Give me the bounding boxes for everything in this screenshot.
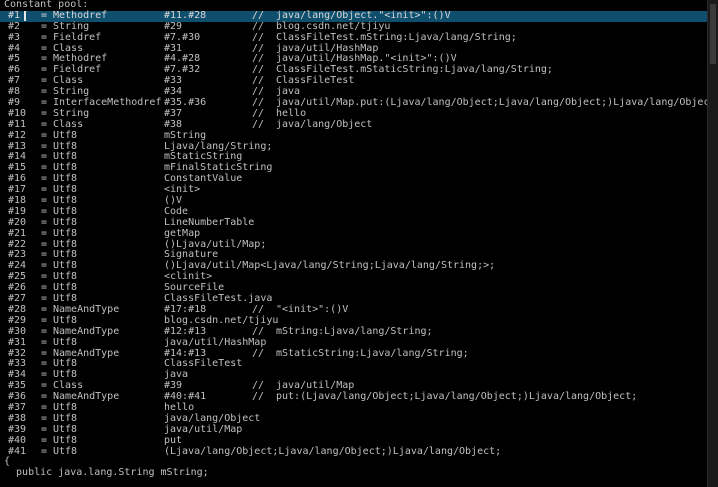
table-row: #39 = Utf8 java/util/Map: [0, 423, 708, 436]
row-type: Utf8: [53, 336, 78, 348]
table-row: #3 = Fieldref #7.#30 // ClassFileTest.mString…: [0, 31, 708, 44]
constant-pool-list: #1 = Methodref #11.#28//java/lang/Object."<…: [0, 10, 708, 458]
row-type: NameAndType: [53, 325, 120, 337]
text-cursor: [24, 10, 26, 21]
row-equals: =: [41, 227, 48, 239]
row-comment-marker: //: [252, 31, 265, 43]
table-row: #9 = InterfaceMethodref #35.#36//java/util/…: [0, 97, 708, 109]
scrollbar-thumb[interactable]: [710, 4, 716, 64]
row-equals: =: [41, 129, 48, 141]
table-row: #14 = Utf8 mStaticString: [0, 152, 708, 163]
row-index: #39: [8, 423, 27, 435]
table-row: #16 = Utf8 ConstantValue: [0, 173, 708, 185]
table-row: #20 = Utf8 LineNumberTable: [0, 217, 708, 229]
row-equals: =: [41, 423, 48, 435]
field-declaration-line: public java.lang.String mString;: [0, 467, 708, 479]
table-row: #19 = Utf8 Code: [0, 206, 708, 218]
table-row: #38 = Utf8 java/lang/Object: [0, 413, 708, 425]
row-comment: java/util/Map.put:(Ljava/lang/Object;Lja…: [276, 97, 708, 109]
table-row: #12 = Utf8 mString: [0, 129, 708, 142]
table-row: #33 = Utf8 ClassFileTest: [0, 358, 708, 370]
table-row: #37 = Utf8 hello: [0, 402, 708, 414]
row-index: #31: [8, 336, 27, 348]
table-row: #15 = Utf8 mFinalStaticString: [0, 162, 708, 174]
table-row: #31 = Utf8 java/util/HashMap: [0, 336, 708, 349]
row-type: Utf8: [53, 227, 78, 239]
table-row: #6 = Fieldref #7.#32//ClassFileTest.mStatic…: [0, 64, 708, 76]
table-row: #41 = Utf8 (Ljava/lang/Object;Ljava/lang/Ob…: [0, 445, 708, 458]
row-reference: #7.#30: [164, 31, 201, 43]
table-row: #26 = Utf8 SourceFile: [0, 282, 708, 294]
row-index: #40: [8, 434, 27, 446]
table-row: #11 = Class #38//java/lang/Object: [0, 118, 708, 131]
row-equals: =: [41, 325, 48, 337]
row-comment-marker: //: [252, 118, 265, 130]
row-equals: =: [41, 445, 48, 457]
row-comment-marker: //: [252, 391, 265, 403]
table-row: #34 = Utf8 java: [0, 369, 708, 381]
row-index: #3: [8, 31, 21, 43]
row-comment: "<init>":()V: [276, 303, 349, 315]
row-comment-marker: //: [252, 347, 265, 359]
table-row: #17 = Utf8 <init>: [0, 184, 708, 196]
row-reference: put: [164, 434, 183, 446]
row-comment: mString:Ljava/lang/String;: [276, 325, 433, 337]
table-row: #32 = NameAndType #14:#13//mStaticString:Lj…: [0, 347, 708, 360]
console-output[interactable]: Constant pool: #1 = Methodref #11.#28//java…: [0, 0, 708, 487]
row-reference: (Ljava/lang/Object;Ljava/lang/Object;)Lj…: [164, 445, 502, 457]
row-type: Utf8: [53, 129, 78, 141]
table-row: #21 = Utf8 getMap: [0, 227, 708, 240]
row-reference: getMap: [164, 227, 201, 239]
row-reference: ()Ljava/util/Map<Ljava/lang/String;Ljava…: [164, 260, 496, 272]
table-row: #28 = NameAndType #17:#18//"<init>":()V: [0, 303, 708, 316]
row-type: Fieldref: [53, 31, 102, 43]
row-reference: #12:#13: [164, 325, 207, 337]
table-row: #40 = Utf8 put: [0, 434, 708, 447]
vertical-scrollbar[interactable]: [707, 0, 718, 487]
table-row: #18 = Utf8 ()V: [0, 195, 708, 207]
row-index: #30: [8, 325, 27, 337]
field-declaration: public java.lang.String mString;: [4, 467, 209, 479]
row-comment: mStaticString:Ljava/lang/String;: [276, 347, 469, 359]
row-equals: =: [41, 31, 48, 43]
table-row: #22 = Utf8 ()Ljava/util/Map;: [0, 239, 708, 251]
row-index: #21: [8, 227, 27, 239]
table-row: #25 = Utf8 <clinit>: [0, 271, 708, 283]
row-equals: =: [41, 434, 48, 446]
row-type: Utf8: [53, 445, 78, 457]
row-type: Utf8: [53, 434, 78, 446]
row-comment: ClassFileTest.mString:Ljava/lang/String;: [276, 31, 517, 43]
table-row: #13 = Utf8 Ljava/lang/String;: [0, 141, 708, 153]
row-equals: =: [41, 336, 48, 348]
row-comment: java/lang/Object: [276, 118, 373, 130]
row-index: #41: [8, 445, 27, 457]
row-comment-marker: //: [252, 325, 265, 337]
table-row: #7 = Class #33//ClassFileTest: [0, 75, 708, 87]
table-row: #30 = NameAndType #12:#13 // mString:Ljava/la…: [0, 325, 708, 338]
row-comment: put:(Ljava/lang/Object;Ljava/lang/Object…: [276, 391, 638, 403]
table-row: #36 = NameAndType #40:#41//put:(Ljava/lang/…: [0, 391, 708, 403]
row-index: #12: [8, 129, 27, 141]
table-row: #24 = Utf8 ()Ljava/util/Map<Ljava/lang/Stri…: [0, 260, 708, 272]
row-type: Utf8: [53, 423, 78, 435]
row-reference: java/util/Map: [164, 423, 243, 435]
row-reference: java/util/HashMap: [164, 336, 267, 348]
row-reference: mString: [164, 129, 207, 141]
